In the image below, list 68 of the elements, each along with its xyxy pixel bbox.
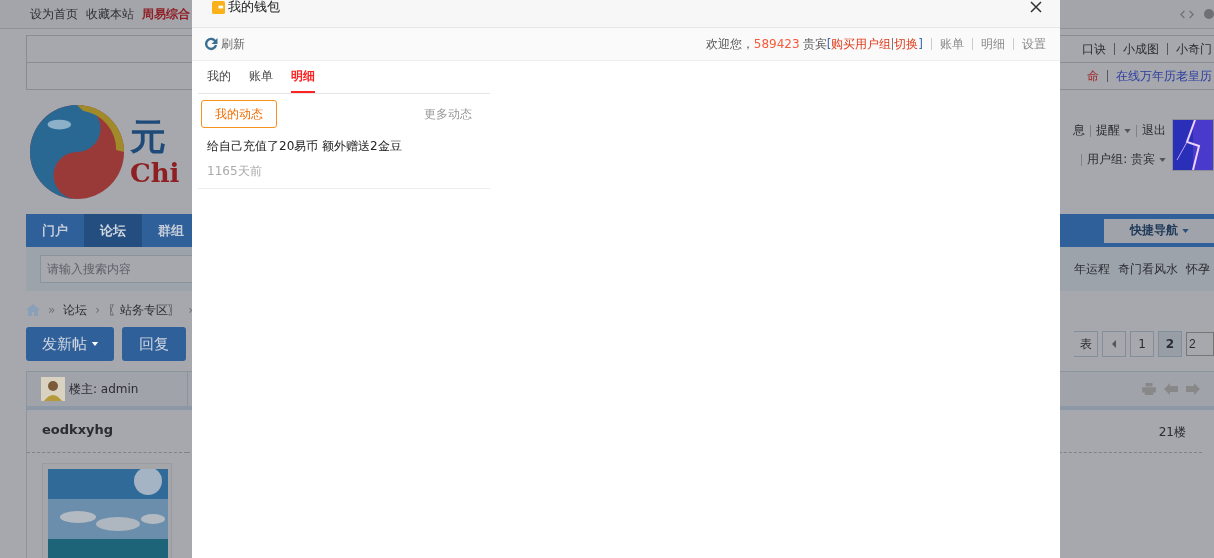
previous-page-button[interactable] xyxy=(1102,331,1126,357)
top-link[interactable]: 收藏本站 xyxy=(86,5,134,23)
welcome-text: 欢迎您， xyxy=(705,35,754,53)
page-link[interactable]: 2 xyxy=(1158,331,1182,357)
quick-link[interactable]: 口诀 xyxy=(1082,40,1106,58)
chevrons-icon[interactable] xyxy=(1180,9,1194,19)
top-link[interactable]: 设为首页 xyxy=(30,5,78,23)
left-arrow-icon[interactable] xyxy=(1164,383,1178,395)
hot-word-link[interactable]: 怀孕 xyxy=(1186,260,1210,278)
username[interactable]: eodkxyhg xyxy=(27,422,187,453)
menu-link[interactable]: 账单 xyxy=(940,35,964,53)
reply-button[interactable]: 回复 xyxy=(122,327,186,361)
user-menu-link[interactable]: 提醒 xyxy=(1096,122,1131,139)
logo-text: Chi xyxy=(130,160,180,186)
caret-icon xyxy=(1181,228,1189,233)
group-link[interactable]: 切换 xyxy=(894,35,919,53)
avatar-icon xyxy=(41,377,65,401)
quick-link[interactable]: 小成图 xyxy=(1123,40,1159,58)
user-group: 贵宾 xyxy=(802,35,827,53)
left-caret-icon xyxy=(1112,340,1116,348)
tab[interactable]: 明细 xyxy=(291,61,315,93)
dialog-title: 我的钱包 xyxy=(228,0,280,16)
user-group-link[interactable]: 用户组: 贵宾 xyxy=(1087,151,1166,168)
refresh-icon xyxy=(204,37,218,51)
top-link[interactable]: 周易综合 xyxy=(142,5,190,23)
breadcrumb-link[interactable]: 论坛 xyxy=(63,301,88,319)
breadcrumb-separator: » xyxy=(48,303,56,317)
user-menu-link[interactable]: 息 xyxy=(1073,122,1085,139)
nav-tab[interactable]: 论坛 xyxy=(84,214,142,247)
more-link[interactable]: 更多动态 xyxy=(424,105,472,123)
activity-time: 1165天前 xyxy=(207,163,263,180)
tab[interactable]: 账单 xyxy=(249,61,273,93)
new-post-button[interactable]: 发新帖 xyxy=(26,327,114,361)
activity-text: 给自己充值了20易币 额外赠送2金豆 xyxy=(207,138,403,155)
list-link[interactable]: 表 xyxy=(1074,331,1098,357)
refresh-button[interactable]: 刷新 xyxy=(204,35,245,53)
nav-tab[interactable]: 门户 xyxy=(26,214,84,247)
logo-text: 元 xyxy=(130,118,167,154)
print-icon[interactable] xyxy=(1142,383,1156,395)
breadcrumb-link[interactable]: 〖站务专区〗 xyxy=(108,301,181,319)
caret-icon xyxy=(90,342,99,346)
user-id: 589423 xyxy=(753,37,800,51)
quick-link[interactable]: 小奇门 xyxy=(1176,40,1212,58)
caret-icon xyxy=(1124,128,1131,133)
close-icon[interactable] xyxy=(1030,1,1042,13)
menu-link[interactable]: 设置 xyxy=(1022,35,1046,53)
user-menu-link[interactable]: 退出 xyxy=(1142,122,1166,139)
circle-icon[interactable] xyxy=(1204,8,1214,20)
quick-link[interactable]: 在线万年历老皇历 xyxy=(1116,67,1212,85)
menu-link[interactable]: 明细 xyxy=(981,35,1005,53)
tab[interactable]: 我的 xyxy=(207,61,231,93)
hot-word-link[interactable]: 年运程 xyxy=(1074,260,1110,278)
breadcrumb-separator: › xyxy=(188,303,193,317)
bracket: ] xyxy=(918,37,923,51)
caret-icon xyxy=(1159,157,1166,162)
home-icon[interactable] xyxy=(26,304,40,316)
quick-link[interactable]: 命 xyxy=(1087,67,1099,85)
hot-word-link[interactable]: 奇门看风水 xyxy=(1118,260,1178,278)
filter-button[interactable]: 我的动态 xyxy=(201,100,277,128)
breadcrumb-separator: › xyxy=(95,303,101,317)
page-input[interactable]: 2 xyxy=(1186,332,1214,356)
page-link[interactable]: 1 xyxy=(1130,331,1154,357)
quick-nav-button[interactable]: 快捷导航 xyxy=(1104,218,1214,243)
author-label: 楼主: admin xyxy=(69,380,139,398)
right-arrow-icon[interactable] xyxy=(1186,383,1200,395)
bracket: [ xyxy=(826,37,832,51)
group-link[interactable]: 购买用户组 xyxy=(831,35,892,53)
floor-number: 21楼 xyxy=(1158,424,1186,441)
